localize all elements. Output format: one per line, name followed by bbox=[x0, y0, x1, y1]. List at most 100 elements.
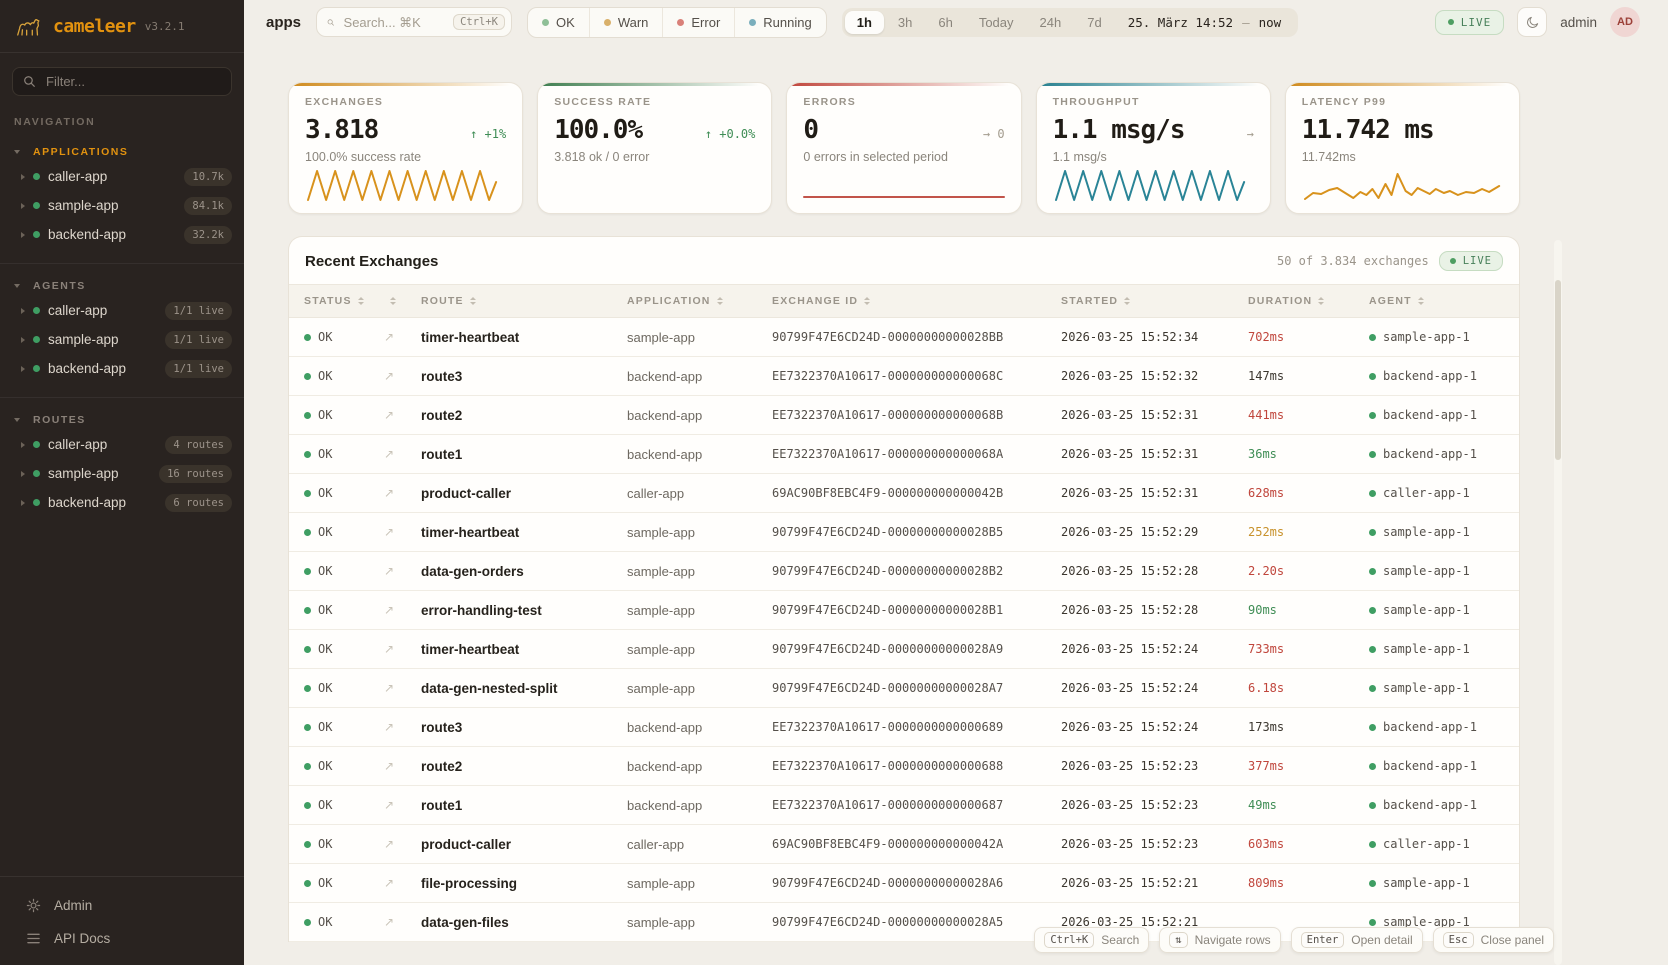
time-range-button[interactable]: 6h bbox=[926, 11, 964, 34]
search-icon bbox=[327, 16, 335, 29]
table-row[interactable]: OK ↗ error-handling-test sample-app 9079… bbox=[289, 591, 1519, 630]
scrollbar[interactable] bbox=[1554, 240, 1562, 965]
table-row[interactable]: OK ↗ file-processing sample-app 90799F47… bbox=[289, 864, 1519, 903]
column-header[interactable]: AGENT bbox=[1369, 295, 1504, 307]
stat-card-exchanges[interactable]: EXCHANGES 3.818 ↑ +1% 100.0% success rat… bbox=[288, 82, 523, 214]
sidebar-item-agent[interactable]: backend-app 1/1 live bbox=[0, 354, 244, 383]
table-row[interactable]: OK ↗ route1 backend-app EE7322370A10617-… bbox=[289, 435, 1519, 474]
exchange-id-cell: EE7322370A10617-000000000000068B bbox=[772, 408, 1061, 422]
stat-value: 1.1 msg/s bbox=[1053, 115, 1185, 145]
filter-input[interactable] bbox=[44, 73, 221, 90]
avatar[interactable]: AD bbox=[1610, 7, 1640, 37]
open-exchange-link[interactable]: ↗ bbox=[384, 837, 421, 851]
sidebar-item-api-docs[interactable]: API Docs bbox=[0, 922, 244, 955]
date-separator: — bbox=[1242, 15, 1250, 30]
open-exchange-link[interactable]: ↗ bbox=[384, 564, 421, 578]
route-cell: error-handling-test bbox=[421, 603, 627, 618]
stat-card-throughput[interactable]: THROUGHPUT 1.1 msg/s → 1.1 msg/s bbox=[1036, 82, 1271, 214]
status-filter[interactable]: Warn bbox=[589, 8, 663, 37]
sidebar-item-agent[interactable]: sample-app 1/1 live bbox=[0, 325, 244, 354]
exchange-id-cell: 90799F47E6CD24D-00000000000028A7 bbox=[772, 681, 1061, 695]
open-exchange-link[interactable]: ↗ bbox=[384, 759, 421, 773]
column-header[interactable]: ROUTE bbox=[421, 295, 627, 307]
column-header[interactable]: STATUS bbox=[304, 295, 384, 307]
started-cell: 2026-03-25 15:52:24 bbox=[1061, 642, 1248, 656]
status-text: OK bbox=[318, 915, 332, 929]
agents-section-header[interactable]: AGENTS bbox=[0, 276, 244, 296]
applications-section-header[interactable]: APPLICATIONS bbox=[0, 142, 244, 162]
time-range-button[interactable]: 3h bbox=[886, 11, 924, 34]
table-row[interactable]: OK ↗ route3 backend-app EE7322370A10617-… bbox=[289, 357, 1519, 396]
column-header[interactable]: STARTED bbox=[1061, 295, 1248, 307]
sidebar-item-route[interactable]: caller-app 4 routes bbox=[0, 430, 244, 459]
open-exchange-link[interactable]: ↗ bbox=[384, 330, 421, 344]
time-range-button[interactable]: 7d bbox=[1075, 11, 1113, 34]
table-row[interactable]: OK ↗ product-caller caller-app 69AC90BF8… bbox=[289, 474, 1519, 513]
global-search[interactable]: Ctrl+K bbox=[316, 7, 512, 37]
exchange-id-cell: EE7322370A10617-0000000000000687 bbox=[772, 798, 1061, 812]
sidebar-filter[interactable] bbox=[12, 67, 232, 96]
stat-card-success-rate[interactable]: SUCCESS RATE 100.0% ↑ +0.0% 3.818 ok / 0… bbox=[537, 82, 772, 214]
status-filter[interactable]: Error bbox=[662, 8, 734, 37]
sidebar-item-agent[interactable]: caller-app 1/1 live bbox=[0, 296, 244, 325]
column-header[interactable] bbox=[384, 297, 421, 305]
table-row[interactable]: OK ↗ data-gen-orders sample-app 90799F47… bbox=[289, 552, 1519, 591]
scrollbar-thumb[interactable] bbox=[1555, 280, 1561, 460]
table-row[interactable]: OK ↗ data-gen-nested-split sample-app 90… bbox=[289, 669, 1519, 708]
routes-section-header[interactable]: ROUTES bbox=[0, 410, 244, 430]
table-row[interactable]: OK ↗ timer-heartbeat sample-app 90799F47… bbox=[289, 318, 1519, 357]
open-exchange-link[interactable]: ↗ bbox=[384, 369, 421, 383]
time-range-button[interactable]: 1h bbox=[845, 11, 884, 34]
table-row[interactable]: OK ↗ timer-heartbeat sample-app 90799F47… bbox=[289, 630, 1519, 669]
exchange-id-cell: 90799F47E6CD24D-00000000000028A6 bbox=[772, 876, 1061, 890]
recent-exchanges-panel: Recent Exchanges 50 of 3.834 exchanges L… bbox=[288, 236, 1520, 942]
table-row[interactable]: OK ↗ route3 backend-app EE7322370A10617-… bbox=[289, 708, 1519, 747]
column-header[interactable]: EXCHANGE ID bbox=[772, 295, 1061, 307]
live-dot bbox=[1448, 19, 1454, 25]
sidebar-item-route[interactable]: backend-app 6 routes bbox=[0, 488, 244, 517]
time-range-button[interactable]: Today bbox=[967, 11, 1026, 34]
open-exchange-link[interactable]: ↗ bbox=[384, 915, 421, 929]
sidebar-item-application[interactable]: backend-app 32.2k bbox=[0, 220, 244, 249]
open-exchange-link[interactable]: ↗ bbox=[384, 681, 421, 695]
sidebar-item-route[interactable]: sample-app 16 routes bbox=[0, 459, 244, 488]
status-filter[interactable]: Running bbox=[734, 8, 825, 37]
time-range-button[interactable]: 24h bbox=[1028, 11, 1074, 34]
open-exchange-link[interactable]: ↗ bbox=[384, 486, 421, 500]
table-row[interactable]: OK ↗ route1 backend-app EE7322370A10617-… bbox=[289, 786, 1519, 825]
live-badge[interactable]: LIVE bbox=[1435, 10, 1505, 35]
table-row[interactable]: OK ↗ route2 backend-app EE7322370A10617-… bbox=[289, 747, 1519, 786]
open-exchange-link[interactable]: ↗ bbox=[384, 525, 421, 539]
status-dot bbox=[304, 646, 311, 653]
table-row[interactable]: OK ↗ timer-heartbeat sample-app 90799F47… bbox=[289, 513, 1519, 552]
table-live-badge[interactable]: LIVE bbox=[1439, 251, 1503, 271]
sidebar-item-application[interactable]: sample-app 84.1k bbox=[0, 191, 244, 220]
sort-icon bbox=[358, 297, 364, 305]
table-row[interactable]: OK ↗ product-caller caller-app 69AC90BF8… bbox=[289, 825, 1519, 864]
status-filter[interactable]: OK bbox=[528, 8, 589, 37]
open-exchange-link[interactable]: ↗ bbox=[384, 876, 421, 890]
open-exchange-link[interactable]: ↗ bbox=[384, 798, 421, 812]
sidebar-item-application[interactable]: caller-app 10.7k bbox=[0, 162, 244, 191]
duration-cell: 252ms bbox=[1248, 525, 1369, 539]
search-input[interactable] bbox=[342, 14, 447, 31]
theme-toggle-button[interactable] bbox=[1517, 7, 1547, 37]
date-range[interactable]: 25. März 14:52 — now bbox=[1116, 15, 1295, 30]
open-exchange-link[interactable]: ↗ bbox=[384, 720, 421, 734]
open-exchange-link[interactable]: ↗ bbox=[384, 642, 421, 656]
stat-card-latency[interactable]: LATENCY P99 11.742 ms 11.742ms bbox=[1285, 82, 1520, 214]
column-header[interactable]: APPLICATION bbox=[627, 295, 772, 307]
sidebar-item-admin[interactable]: Admin bbox=[0, 889, 244, 922]
column-header[interactable]: DURATION bbox=[1248, 295, 1369, 307]
app-logo[interactable]: cameleer v3.2.1 bbox=[0, 0, 244, 53]
started-cell: 2026-03-25 15:52:28 bbox=[1061, 603, 1248, 617]
agent-status-dot bbox=[1369, 724, 1376, 731]
table-row[interactable]: OK ↗ route2 backend-app EE7322370A10617-… bbox=[289, 396, 1519, 435]
open-exchange-link[interactable]: ↗ bbox=[384, 447, 421, 461]
open-exchange-link[interactable]: ↗ bbox=[384, 408, 421, 422]
agent-name: backend-app-1 bbox=[1383, 759, 1477, 773]
column-label: APPLICATION bbox=[627, 295, 711, 307]
open-exchange-link[interactable]: ↗ bbox=[384, 603, 421, 617]
stat-card-errors[interactable]: ERRORS 0 → 0 0 errors in selected period bbox=[786, 82, 1021, 214]
status-dot bbox=[33, 441, 40, 448]
